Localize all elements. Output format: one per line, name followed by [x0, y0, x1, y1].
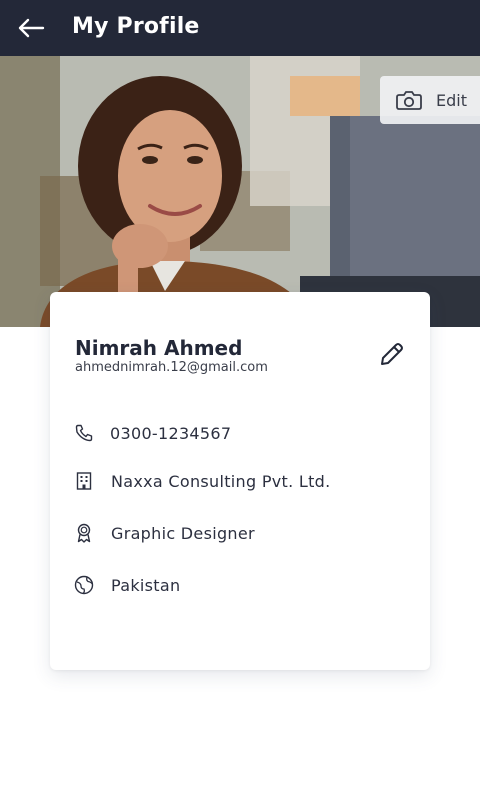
app-header: My Profile — [0, 0, 480, 56]
pencil-icon — [381, 343, 403, 365]
award-icon — [74, 523, 94, 543]
phone-icon — [74, 423, 94, 443]
phone-text: 0300-1234567 — [110, 423, 232, 443]
building-icon — [74, 471, 94, 491]
page-title: My Profile — [72, 14, 200, 39]
camera-icon — [396, 91, 422, 110]
globe-icon — [74, 575, 94, 595]
country-text: Pakistan — [111, 575, 181, 595]
arrow-left-icon — [18, 18, 45, 38]
profile-email: ahmednimrah.12@gmail.com — [75, 360, 268, 375]
edit-photo-label: Edit — [436, 90, 467, 110]
detail-row-company: Naxxa Consulting Pvt. Ltd. — [74, 471, 331, 491]
company-text: Naxxa Consulting Pvt. Ltd. — [111, 471, 331, 491]
edit-profile-button[interactable] — [378, 340, 406, 368]
profile-name: Nimrah Ahmed — [75, 336, 243, 360]
back-button[interactable] — [14, 12, 48, 44]
detail-row-phone: 0300-1234567 — [74, 423, 231, 443]
profile-card: Nimrah Ahmed ahmednimrah.12@gmail.com 03… — [50, 292, 430, 670]
job-title-text: Graphic Designer — [111, 523, 255, 543]
edit-photo-button[interactable]: Edit — [380, 76, 480, 124]
detail-row-country: Pakistan — [74, 575, 180, 595]
detail-row-title: Graphic Designer — [74, 523, 255, 543]
